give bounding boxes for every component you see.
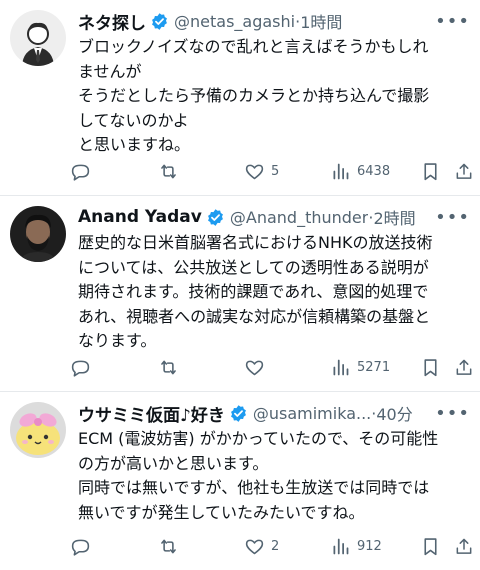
verified-badge-icon	[206, 208, 225, 227]
tweet-text-line: と思いますね。	[78, 135, 191, 154]
bookmark-icon	[424, 358, 437, 376]
tweet-text-line: そうだとしたら予備のカメラとか持ち込んで撮影	[78, 86, 430, 105]
bookmark-button[interactable]	[420, 161, 454, 182]
heart-icon	[245, 164, 264, 179]
tweet-text: ECM (電波妨害) がかかっていたので、その可能性 の方が高いかと思います。 …	[78, 427, 470, 525]
share-button[interactable]	[454, 357, 474, 378]
tweet-text-line: 歴史的な日米首脳署名式におけるNHKの放送技術	[78, 233, 433, 252]
display-name[interactable]: ウサミミ仮面♪好き	[78, 401, 225, 426]
bookmark-icon	[424, 537, 437, 555]
tweet-actions: 5271	[70, 355, 474, 379]
display-name[interactable]: ネタ探し	[78, 9, 146, 34]
user-handle[interactable]: @usamimika...	[253, 404, 371, 423]
heart-icon	[245, 360, 264, 375]
like-count: 2	[271, 538, 280, 554]
more-options-icon[interactable]: •••	[435, 207, 470, 228]
views-button[interactable]: 5271	[330, 357, 420, 378]
tweet[interactable]: ウサミミ仮面♪好き @usamimika... · 40分 ••• ECM (電…	[0, 392, 480, 570]
views-chart-icon	[333, 163, 349, 179]
reply-button[interactable]	[70, 161, 158, 182]
user-handle[interactable]: @Anand_thunder	[230, 208, 368, 227]
views-count: 5271	[357, 359, 391, 375]
user-handle[interactable]: @netas_agashi	[174, 12, 295, 31]
share-icon	[456, 359, 472, 375]
share-icon	[456, 163, 472, 179]
share-icon	[456, 538, 472, 554]
tweet-text-line: なります。	[78, 331, 157, 350]
tweet-text-line: については、公共放送としての透明性ある説明が	[78, 257, 429, 277]
reply-button[interactable]	[70, 357, 158, 378]
tweet-text-line: あれ、視聴者への誠実な対応が信頼構築の基盤と	[78, 306, 431, 326]
retweet-icon	[161, 539, 176, 553]
tweet-actions: 2 912	[70, 534, 474, 558]
verified-badge-icon	[150, 12, 169, 31]
retweet-icon	[161, 164, 176, 178]
like-button[interactable]	[244, 357, 330, 378]
tweet-text-line: 無いですが発生していたみたいですね。	[78, 502, 365, 522]
retweet-icon	[161, 360, 176, 374]
retweet-button[interactable]	[158, 536, 244, 557]
tweet-text: 歴史的な日米首脳署名式におけるNHKの放送技術 については、公共放送としての透明…	[78, 231, 470, 354]
tweet-text-line: 期待されます。技術的課題であれ、意図的処理で	[78, 282, 429, 301]
timestamp[interactable]: 40分	[376, 401, 412, 425]
like-count: 5	[271, 163, 280, 179]
bookmark-button[interactable]	[420, 536, 454, 557]
views-chart-icon	[333, 359, 349, 375]
like-button[interactable]: 2	[244, 536, 330, 557]
reply-button[interactable]	[70, 536, 158, 557]
bookmark-button[interactable]	[420, 357, 454, 378]
timestamp[interactable]: 1時間	[300, 9, 342, 33]
tweet-text-line: してないのかよ	[78, 110, 189, 130]
display-name[interactable]: Anand Yadav	[78, 207, 202, 227]
views-button[interactable]: 912	[330, 536, 420, 557]
retweet-button[interactable]	[158, 357, 244, 378]
tweet[interactable]: Anand Yadav @Anand_thunder · 2時間 ••• 歴史的…	[0, 196, 480, 392]
like-button[interactable]: 5	[244, 161, 330, 182]
tweet-text-line: ECM (電波妨害) がかかっていたので、その可能性	[78, 429, 439, 448]
tweet-text-line: ませんが	[78, 61, 142, 81]
views-count: 912	[357, 538, 382, 554]
verified-badge-icon	[229, 404, 248, 423]
reply-icon	[71, 164, 90, 181]
more-options-icon[interactable]: •••	[435, 11, 470, 32]
bookmark-icon	[424, 162, 437, 180]
timeline-feed: ネタ探し @netas_agashi · 1時間 ••• ブロックノイズなので乱…	[0, 0, 480, 570]
reply-icon	[71, 539, 90, 556]
share-button[interactable]	[454, 161, 474, 182]
avatar[interactable]	[10, 402, 66, 458]
timestamp[interactable]: 2時間	[373, 205, 415, 229]
tweet-text-line: 同時では無いですが、他社も生放送では同時では	[78, 478, 430, 497]
tweet-text: ブロックノイズなので乱れと言えばそうかもしれ ませんが そうだとしたら予備のカメ…	[78, 35, 470, 158]
more-options-icon[interactable]: •••	[435, 403, 470, 424]
tweet-text-line: の方が高いかと思います。	[78, 453, 269, 473]
share-button[interactable]	[454, 536, 474, 557]
heart-icon	[245, 539, 264, 554]
avatar[interactable]	[10, 206, 66, 262]
tweet-actions: 5 6438	[70, 159, 474, 183]
views-count: 6438	[357, 163, 391, 179]
tweet-text-line: ブロックノイズなので乱れと言えばそうかもしれ	[78, 37, 429, 56]
tweet[interactable]: ネタ探し @netas_agashi · 1時間 ••• ブロックノイズなので乱…	[0, 0, 480, 196]
avatar[interactable]	[10, 10, 66, 66]
reply-icon	[71, 360, 90, 377]
views-chart-icon	[333, 538, 349, 554]
views-button[interactable]: 6438	[330, 161, 420, 182]
retweet-button[interactable]	[158, 161, 244, 182]
